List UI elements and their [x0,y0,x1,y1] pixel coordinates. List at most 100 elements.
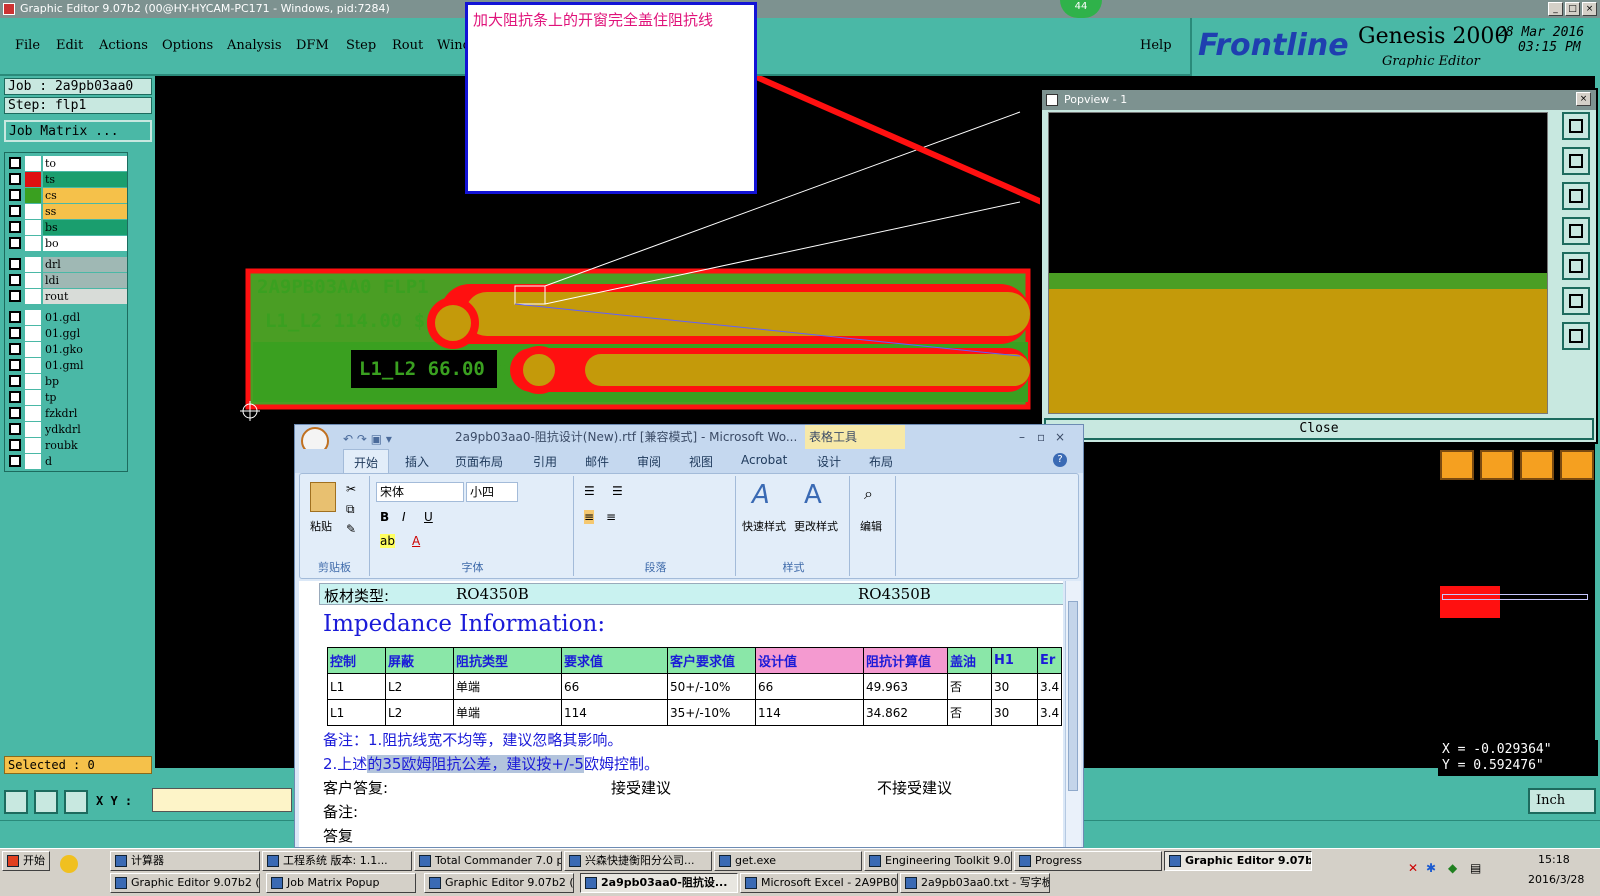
layer-color-swatch[interactable] [25,374,41,389]
taskbar-item[interactable]: 2a9pb03aa0.txt - 写字板 [900,873,1050,893]
menu-analysis[interactable]: Analysis [227,38,282,53]
grid-icon[interactable] [64,790,88,814]
taskbar-item[interactable]: Graphic Editor 9.07b2 (0... [110,873,260,893]
layer-color-swatch[interactable] [25,310,41,325]
select-line-icon[interactable] [1520,450,1554,480]
bluetooth-icon[interactable]: ✱ [1426,861,1436,875]
layer-row-ts[interactable]: ts [7,172,127,187]
layer-color-swatch[interactable] [25,438,41,453]
layer-color-swatch[interactable] [25,326,41,341]
layer-color-swatch[interactable] [25,342,41,357]
popview-canvas[interactable] [1048,112,1548,414]
units-select[interactable]: Inch [1528,788,1596,814]
layer-checkbox[interactable] [9,311,21,323]
taskbar-item[interactable]: Job Matrix Popup [266,873,416,893]
taskbar-item[interactable]: Graphic Editor 9.07b2 (... [1164,851,1312,871]
paste-icon[interactable] [310,482,336,512]
layer-checkbox[interactable] [9,391,21,403]
font-color-icon[interactable]: A [412,534,420,548]
zoom-window-icon[interactable] [1562,322,1590,350]
numbering-icon[interactable]: ☰ [612,484,623,498]
align-center-icon[interactable]: ≡ [606,510,616,524]
snap-icon[interactable] [4,790,28,814]
layer-row-01-ggl[interactable]: 01.ggl [7,326,127,341]
tray-close-icon[interactable]: ✕ [1408,861,1418,875]
layer-checkbox[interactable] [9,423,21,435]
layer-color-swatch[interactable] [25,390,41,405]
layer-row-01-gml[interactable]: 01.gml [7,358,127,373]
taskbar-item[interactable]: 2a9pb03aa0-阻抗设... [580,873,738,893]
select-arrow-icon[interactable] [1440,450,1474,480]
layer-checkbox[interactable] [9,343,21,355]
word-close[interactable]: × [1055,425,1065,449]
layer-row-fzkdrl[interactable]: fzkdrl [7,406,127,421]
layer-row-01-gdl[interactable]: 01.gdl [7,310,127,325]
layer-checkbox[interactable] [9,290,21,302]
pan-left-icon[interactable] [1562,217,1590,245]
layer-color-swatch[interactable] [25,257,41,272]
shield-icon[interactable]: ◆ [1448,861,1457,875]
tab-review[interactable]: 审阅 [637,453,661,470]
layer-color-swatch[interactable] [25,220,41,235]
quicklaunch-icon[interactable] [60,855,78,873]
menu-file[interactable]: File [15,38,40,53]
layer-row-ldi[interactable]: ldi [7,273,127,288]
align-left-icon[interactable]: ≡ [584,510,595,524]
taskbar-item[interactable]: 工程系统 版本: 1.1... [262,851,412,871]
cut-icon[interactable]: ✂ [346,482,356,496]
format-painter-icon[interactable]: ✎ [346,522,356,536]
layer-color-swatch[interactable] [25,204,41,219]
layer-row-ydkdrl[interactable]: ydkdrl [7,422,127,437]
maximize-button[interactable]: □ [1565,2,1580,16]
bold-button[interactable]: B [380,510,389,524]
select-pad-icon[interactable] [1480,450,1514,480]
menu-actions[interactable]: Actions [99,38,148,53]
layer-row-bo[interactable]: bo [7,236,127,251]
layer-color-swatch[interactable] [25,406,41,421]
menu-dfm[interactable]: DFM [296,38,329,53]
word-minimize[interactable]: – [1019,425,1025,449]
zoom-in-icon[interactable] [1562,147,1590,175]
tab-layout[interactable]: 页面布局 [455,453,503,470]
tab-mailings[interactable]: 邮件 [585,453,609,470]
menu-edit[interactable]: Edit [56,38,83,53]
word-maximize[interactable]: ▫ [1037,425,1045,449]
tab-insert[interactable]: 插入 [405,453,429,470]
menu-rout[interactable]: Rout [392,38,423,53]
tab-acrobat[interactable]: Acrobat [741,453,787,467]
layer-color-swatch[interactable] [25,188,41,203]
measure-icon[interactable] [34,790,58,814]
menu-help[interactable]: Help [1140,38,1172,53]
layer-row-bp[interactable]: bp [7,374,127,389]
taskbar-item[interactable]: Total Commander 7.0 p... [414,851,562,871]
layer-row-roubk[interactable]: roubk [7,438,127,453]
layer-color-swatch[interactable] [25,273,41,288]
minimize-button[interactable]: _ [1548,2,1563,16]
bullets-icon[interactable]: ☰ [584,484,595,498]
layer-row-rout[interactable]: rout [7,289,127,304]
layer-checkbox[interactable] [9,157,21,169]
italic-button[interactable]: I [402,510,406,524]
tray-icons[interactable]: ✕ ✱ ◆ ▤ [1360,851,1540,895]
tab-design[interactable]: 设计 [817,453,841,470]
job-matrix-button[interactable]: Job Matrix ... [4,120,152,142]
layer-row-to[interactable]: to [7,156,127,171]
taskbar-item[interactable]: 计算器 [110,851,260,871]
taskbar-item[interactable]: Progress [1014,851,1162,871]
highlight-icon[interactable]: ab [380,534,395,548]
taskbar-item[interactable]: get.exe [714,851,862,871]
pan-right-icon[interactable] [1562,252,1590,280]
layer-checkbox[interactable] [9,237,21,249]
layer-checkbox[interactable] [9,221,21,233]
menu-step[interactable]: Step [346,38,376,53]
document-body[interactable]: 板材类型: RO4350B RO4350B Impedance Informat… [299,581,1063,847]
network-icon[interactable]: ▤ [1470,861,1481,875]
close-button[interactable]: × [1582,2,1597,16]
select-multi-icon[interactable] [1560,450,1594,480]
layer-color-swatch[interactable] [25,454,41,469]
tab-references[interactable]: 引用 [533,453,557,470]
layer-checkbox[interactable] [9,274,21,286]
layer-checkbox[interactable] [9,189,21,201]
find-icon[interactable]: ⌕ [864,484,873,504]
layer-row-drl[interactable]: drl [7,257,127,272]
